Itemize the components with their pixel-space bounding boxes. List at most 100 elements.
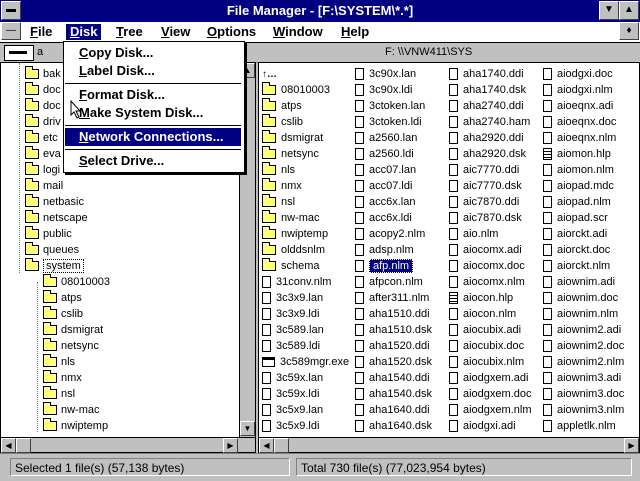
tree-item[interactable]: nwiptemp bbox=[43, 418, 108, 434]
system-menu-icon[interactable]: ▬ bbox=[1, 1, 21, 20]
menu-item-format-disk[interactable]: Format Disk... bbox=[65, 86, 241, 104]
scroll-down-icon[interactable]: ▼ bbox=[240, 421, 255, 436]
file-entry[interactable]: a2560.lan bbox=[355, 130, 417, 146]
file-entry[interactable]: 3c59x.ldi bbox=[262, 386, 319, 402]
file-entry[interactable]: 3c589.ldi bbox=[262, 338, 320, 354]
file-entry[interactable]: 3c59x.lan bbox=[262, 370, 323, 386]
file-entry[interactable]: aiodgxem.doc bbox=[449, 386, 532, 402]
file-entry[interactable]: aha2740.ham bbox=[449, 114, 530, 130]
menu-item-label-disk[interactable]: Label Disk... bbox=[65, 62, 241, 80]
scroll-thumb[interactable] bbox=[274, 438, 289, 453]
tree-item[interactable]: public bbox=[25, 226, 72, 242]
menu-help[interactable]: Help bbox=[337, 24, 373, 40]
tree-item[interactable]: doc bbox=[25, 98, 61, 114]
tree-item[interactable]: system bbox=[25, 258, 84, 274]
tree-item[interactable]: cslib bbox=[43, 306, 83, 322]
file-entry[interactable]: afp.nlm bbox=[355, 258, 414, 274]
file-entry[interactable]: aiorckt.adi bbox=[543, 226, 607, 242]
minimize-icon[interactable]: ▼ bbox=[599, 1, 619, 20]
file-entry[interactable]: aio.nlm bbox=[449, 226, 498, 242]
file-entry[interactable]: 3ctoken.lan bbox=[355, 98, 425, 114]
tree-item[interactable]: atps bbox=[43, 290, 82, 306]
tree-item[interactable]: nw-mac bbox=[43, 402, 100, 418]
file-entry[interactable]: aiocon.nlm bbox=[449, 306, 516, 322]
tree-item[interactable]: bak bbox=[25, 66, 61, 82]
scroll-left-icon[interactable]: ◀ bbox=[1, 438, 16, 453]
file-entry[interactable]: 3c3x9.lan bbox=[262, 290, 323, 306]
file-entry[interactable]: aiownim2.doc bbox=[543, 338, 624, 354]
file-entry[interactable]: acc6x.ldi bbox=[355, 210, 412, 226]
file-entry[interactable]: aiomon.nlm bbox=[543, 162, 614, 178]
file-entry[interactable]: aiopad.mdc bbox=[543, 178, 614, 194]
file-entry[interactable]: aiocubix.adi bbox=[449, 322, 521, 338]
file-entry[interactable]: aioeqnx.doc bbox=[543, 114, 616, 130]
tree-item[interactable]: doc bbox=[25, 82, 61, 98]
tree-item[interactable]: dsmigrat bbox=[43, 322, 103, 338]
tree-horizontal-scrollbar[interactable]: ◀ ▶ bbox=[0, 437, 256, 453]
menu-view[interactable]: View bbox=[157, 24, 194, 40]
file-entry[interactable]: aiocubix.doc bbox=[449, 338, 524, 354]
folder-entry[interactable]: 08010003 bbox=[262, 82, 330, 98]
file-entry[interactable]: aiocomx.nlm bbox=[449, 274, 525, 290]
drive-letter-label[interactable]: a bbox=[37, 46, 43, 58]
tree-item[interactable]: eva bbox=[25, 146, 61, 162]
menu-item-make-system-disk[interactable]: Make System Disk... bbox=[65, 104, 241, 122]
file-entry[interactable]: aha1640.ddi bbox=[355, 402, 430, 418]
file-entry[interactable]: aha2740.ddi bbox=[449, 98, 524, 114]
file-entry[interactable]: aiodgxi.doc bbox=[543, 66, 613, 82]
menu-item-network-connections[interactable]: Network Connections... bbox=[65, 128, 241, 146]
file-entry[interactable]: aiocomx.adi bbox=[449, 242, 522, 258]
file-entry[interactable]: aiocubix.nlm bbox=[449, 354, 524, 370]
scroll-thumb[interactable] bbox=[16, 438, 31, 453]
file-entry[interactable]: aiopad.nlm bbox=[543, 194, 611, 210]
file-entry[interactable]: aha1540.dsk bbox=[355, 386, 432, 402]
file-entry[interactable]: aiownim.adi bbox=[543, 274, 615, 290]
file-entry[interactable]: a2560.ldi bbox=[355, 146, 414, 162]
tree-item[interactable]: driv bbox=[25, 114, 61, 130]
file-entry[interactable]: aiownim2.nlm bbox=[543, 354, 624, 370]
folder-entry[interactable]: nmx bbox=[262, 178, 302, 194]
menu-item-copy-disk[interactable]: Copy Disk... bbox=[65, 44, 241, 62]
file-entry[interactable]: aiodgxem.adi bbox=[449, 370, 528, 386]
tree-item[interactable]: netscape bbox=[25, 210, 88, 226]
file-entry[interactable]: aiownim3.adi bbox=[543, 370, 621, 386]
file-entry[interactable]: aha1640.dsk bbox=[355, 418, 432, 434]
file-entry[interactable]: acopy2.nlm bbox=[355, 226, 425, 242]
file-entry[interactable]: 31conv.nlm bbox=[262, 274, 331, 290]
menu-tree[interactable]: Tree bbox=[112, 24, 147, 40]
restore-icon[interactable]: ♦ bbox=[619, 22, 639, 40]
file-list[interactable]: ↑… 08010003 atps cslib dsmigrat netsync nls nmx… bbox=[258, 62, 640, 438]
scroll-right-icon[interactable]: ▶ bbox=[223, 438, 238, 453]
file-entry[interactable]: aiownim.nlm bbox=[543, 306, 618, 322]
file-entry[interactable]: aha1740.ddi bbox=[449, 66, 524, 82]
file-entry[interactable]: acc07.ldi bbox=[355, 178, 412, 194]
tree-item[interactable]: nls bbox=[43, 354, 75, 370]
tree-item[interactable]: logi bbox=[25, 162, 60, 178]
file-entry[interactable]: aha1510.dsk bbox=[355, 322, 432, 338]
menu-options[interactable]: Options bbox=[203, 24, 260, 40]
file-entry[interactable]: aiocomx.doc bbox=[449, 258, 525, 274]
file-entry[interactable]: aiownim3.doc bbox=[543, 386, 624, 402]
file-entry[interactable]: aha2920.ddi bbox=[449, 130, 524, 146]
tree-item[interactable]: mail bbox=[25, 178, 63, 194]
folder-entry[interactable]: nwiptemp bbox=[262, 226, 328, 242]
file-entry[interactable]: aiownim2.adi bbox=[543, 322, 621, 338]
file-entry[interactable]: 3c5x9.lan bbox=[262, 402, 323, 418]
file-entry[interactable]: aiodgxi.adi bbox=[449, 418, 516, 434]
file-entry[interactable]: aiodgxem.nlm bbox=[449, 402, 531, 418]
menu-window[interactable]: Window bbox=[269, 24, 327, 40]
file-entry[interactable]: acc6x.lan bbox=[355, 194, 415, 210]
file-entry[interactable]: afpcon.nlm bbox=[355, 274, 423, 290]
file-entry[interactable]: aha1540.ddi bbox=[355, 370, 430, 386]
folder-entry[interactable]: nsl bbox=[262, 194, 295, 210]
file-entry[interactable]: aiodgxi.nlm bbox=[543, 82, 613, 98]
file-entry[interactable]: aioeqnx.nlm bbox=[543, 130, 616, 146]
tree-item[interactable]: netsync bbox=[43, 338, 99, 354]
menu-item-select-drive[interactable]: Select Drive... bbox=[65, 152, 241, 170]
file-entry[interactable]: acc07.lan bbox=[355, 162, 416, 178]
file-entry[interactable]: aiorckt.doc bbox=[543, 242, 610, 258]
file-entry[interactable]: after311.nlm bbox=[355, 290, 429, 306]
folder-entry[interactable]: atps bbox=[262, 98, 302, 114]
file-entry[interactable]: 3c90x.ldi bbox=[355, 82, 412, 98]
tree-item[interactable]: 08010003 bbox=[43, 274, 110, 290]
